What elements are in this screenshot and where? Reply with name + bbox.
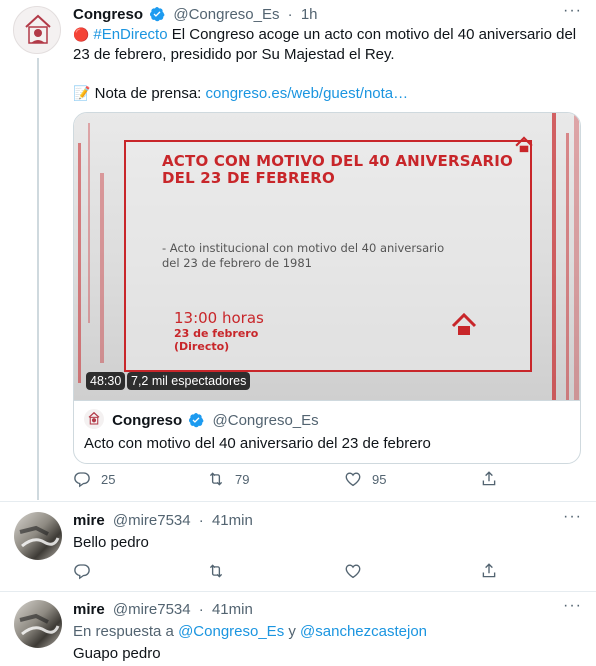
reply2-author-handle[interactable]: @mire7534	[113, 601, 191, 618]
congreso-watermark-icon	[451, 312, 477, 335]
reply-tweet[interactable]: mire @mire7534 · 41min ··· Bello pedro	[0, 502, 596, 590]
retweet-icon	[209, 564, 223, 578]
media-card[interactable]: ACTO CON MOTIVO DEL 40 ANIVERSARIO DEL 2…	[73, 112, 581, 464]
reply-button[interactable]	[73, 562, 91, 580]
tweet-text-line2: 23 de febrero, presidido por Su Majestad…	[73, 46, 395, 63]
reply2-author-name[interactable]: mire	[73, 601, 105, 618]
like-icon	[345, 472, 361, 487]
live-dot-emoji: 🔴	[73, 27, 90, 42]
reply1-author-handle[interactable]: @mire7534	[113, 512, 191, 529]
share-icon	[482, 563, 496, 578]
video-description: - Acto institucional con motivo del 40 a…	[162, 241, 444, 271]
congreso-logo	[25, 14, 51, 44]
mire-avatar[interactable]	[14, 512, 62, 560]
video-title-line1: ACTO CON MOTIVO DEL 40 ANIVERSARIO	[162, 152, 513, 170]
reply1-text: Bello pedro	[73, 534, 149, 551]
video-desc-line2: del 23 de febrero de 1981	[162, 256, 312, 270]
avatar-photo	[19, 525, 60, 548]
tweet-text-line1: El Congreso acoge un acto con motivo del…	[167, 26, 577, 43]
press-link[interactable]: congreso.es/web/guest/nota…	[206, 85, 409, 102]
left-bars-decoration-3	[100, 173, 104, 363]
reply-button[interactable]: 25	[73, 470, 115, 488]
right-bars-decoration	[552, 113, 556, 400]
share-icon	[482, 471, 496, 486]
quote-text: Acto con motivo del 40 aniversario del 2…	[84, 435, 431, 452]
reply-count: 25	[101, 471, 116, 487]
thread-line	[37, 58, 39, 500]
quote-avatar	[84, 409, 104, 429]
retweet-button[interactable]: 79	[207, 470, 249, 488]
separator: ·	[198, 512, 204, 529]
viewers-badge: 7,2 mil espectadores	[127, 372, 251, 390]
right-bars-decoration-3	[574, 113, 579, 400]
in-reply-and: y	[284, 623, 301, 640]
tweet-actions	[73, 562, 496, 584]
reply-icon	[74, 472, 90, 488]
more-icon[interactable]: ···	[563, 597, 582, 615]
video-title-line2: DEL 23 DE FEBRERO	[162, 169, 335, 187]
author-handle[interactable]: @Congreso_Es	[173, 6, 279, 23]
quote-author-name: Congreso	[112, 412, 183, 429]
video-date-line1: 23 de febrero	[174, 327, 259, 340]
author-name[interactable]: Congreso	[73, 6, 143, 23]
like-icon	[345, 564, 361, 579]
video-date: 23 de febrero (Directo)	[174, 327, 258, 353]
like-button[interactable]	[344, 562, 362, 580]
retweet-count: 79	[235, 471, 250, 487]
separator: ·	[198, 601, 204, 618]
more-icon[interactable]: ···	[563, 2, 582, 20]
reply-icon	[74, 564, 90, 580]
video-desc-line1: - Acto institucional con motivo del 40 a…	[162, 241, 445, 255]
quote-author-handle: @Congreso_Es	[212, 412, 319, 429]
hashtag-link[interactable]: #EnDirecto	[93, 26, 167, 43]
retweet-button[interactable]	[207, 562, 225, 580]
reply2-text: Guapo pedro	[73, 645, 161, 662]
like-button[interactable]: 95	[344, 470, 386, 488]
video-player[interactable]: ACTO CON MOTIVO DEL 40 ANIVERSARIO DEL 2…	[74, 113, 580, 400]
congreso-corner-icon	[515, 136, 533, 153]
video-title: ACTO CON MOTIVO DEL 40 ANIVERSARIO DEL 2…	[162, 153, 513, 187]
verified-icon	[189, 413, 204, 428]
share-button[interactable]	[480, 562, 498, 580]
mire-avatar[interactable]	[14, 600, 62, 648]
more-icon[interactable]: ···	[563, 508, 582, 526]
reply-tweet[interactable]: mire @mire7534 · 41min ··· En respuesta …	[0, 592, 596, 666]
video-hour: 13:00 horas	[174, 309, 264, 327]
left-bars-decoration	[78, 143, 81, 383]
verified-icon	[150, 7, 165, 22]
separator: ·	[287, 6, 293, 23]
reply2-time[interactable]: 41min	[212, 601, 253, 618]
right-bars-decoration-2	[566, 133, 569, 400]
quoted-tweet[interactable]: Congreso @Congreso_Es Acto con motivo de…	[74, 400, 580, 463]
memo-emoji: 📝	[73, 85, 91, 101]
reply1-time[interactable]: 41min	[212, 512, 253, 529]
left-bars-decoration-2	[88, 123, 90, 323]
retweet-icon	[209, 472, 223, 486]
video-date-line2: (Directo)	[174, 340, 230, 353]
press-label: Nota de prensa:	[94, 85, 206, 102]
like-count: 95	[372, 471, 387, 487]
duration-badge: 48:30	[86, 372, 126, 390]
share-button[interactable]	[480, 470, 498, 488]
in-reply-to-label: En respuesta a	[73, 623, 179, 640]
tweet-time[interactable]: 1h	[301, 6, 318, 23]
mention-congreso[interactable]: @Congreso_Es	[178, 623, 284, 640]
congreso-avatar[interactable]	[13, 6, 61, 54]
tweet-actions: 25 79 95	[73, 470, 496, 492]
mention-sanchezcastejon[interactable]: @sanchezcastejon	[300, 623, 427, 640]
main-tweet[interactable]: Congreso @Congreso_Es · 1h ··· 🔴 #EnDire…	[0, 0, 596, 500]
avatar-photo	[19, 613, 60, 636]
reply1-author-name[interactable]: mire	[73, 512, 105, 529]
